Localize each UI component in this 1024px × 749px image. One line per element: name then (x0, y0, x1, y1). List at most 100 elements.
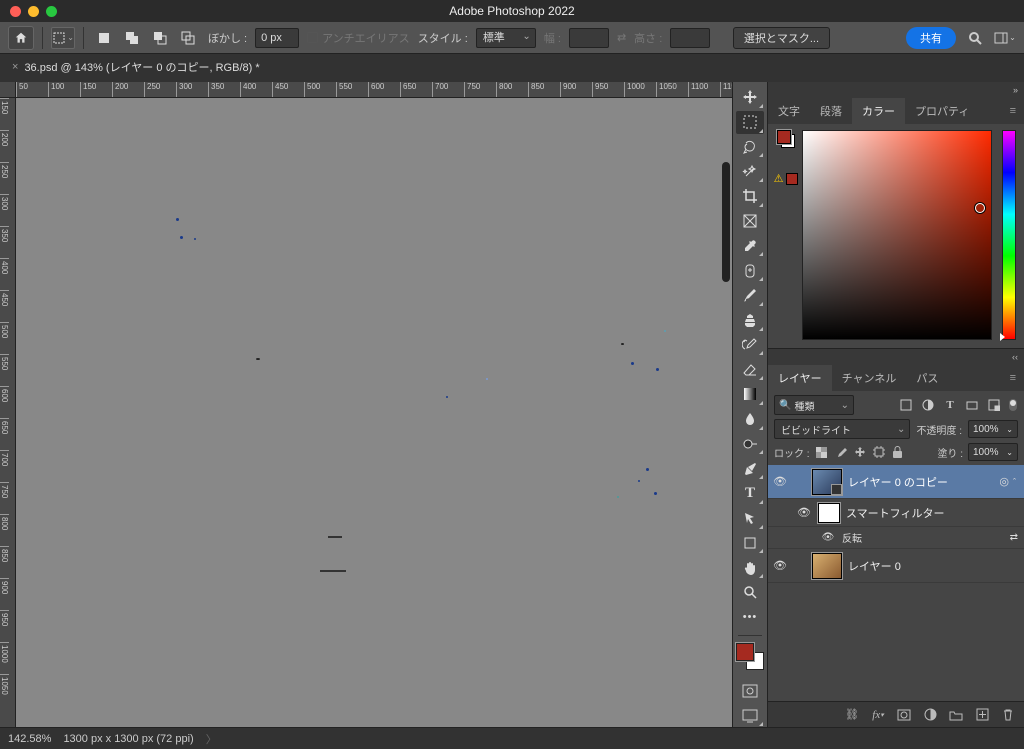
eyedropper-tool[interactable] (736, 235, 764, 258)
group-layers-icon[interactable] (948, 707, 964, 723)
document-dimensions[interactable]: 1300 px x 1300 px (72 ppi) (63, 733, 193, 745)
edit-toolbar[interactable]: ••• (736, 606, 764, 629)
layer-thumbnail[interactable] (812, 469, 842, 495)
filter-mask-thumbnail[interactable] (818, 503, 840, 523)
panel-menu-icon[interactable]: ≡ (1002, 105, 1024, 117)
history-brush-tool[interactable] (736, 334, 764, 357)
path-selection-tool[interactable] (736, 507, 764, 530)
home-button[interactable] (8, 26, 34, 50)
hue-slider[interactable] (1002, 130, 1016, 340)
search-icon[interactable] (964, 27, 986, 49)
crop-tool[interactable] (736, 185, 764, 208)
document-tab[interactable]: × 36.psd @ 143% (レイヤー 0 のコピー, RGB/8) * (8, 56, 264, 80)
share-button[interactable]: 共有 (906, 27, 956, 49)
feather-input[interactable] (255, 28, 299, 48)
move-tool[interactable] (736, 86, 764, 109)
filter-entry[interactable]: 👁 反転 ⇄ (768, 527, 1024, 549)
workspace-switcher-icon[interactable]: ⌄ (994, 27, 1016, 49)
tab-character[interactable]: 文字 (768, 98, 810, 124)
quick-mask-toggle[interactable] (736, 680, 764, 703)
layers-panel-menu-icon[interactable]: ≡ (1002, 372, 1024, 384)
blend-mode-select[interactable]: ビビッドライト (774, 419, 910, 439)
horizontal-ruler[interactable]: 5010015020025030035040045050055060065070… (16, 82, 732, 98)
layer-filter-type[interactable]: 🔍種類 (774, 395, 854, 415)
visibility-toggle[interactable]: 👁 (796, 506, 812, 519)
select-and-mask-button[interactable]: 選択とマスク... (733, 27, 830, 49)
ruler-origin[interactable] (0, 82, 16, 98)
fill-input[interactable]: 100%⌄ (968, 443, 1018, 461)
clone-stamp-tool[interactable] (736, 309, 764, 332)
layer-row[interactable]: 👁 レイヤー 0 (768, 549, 1024, 583)
close-tab-icon[interactable]: × (12, 61, 18, 73)
subtract-selection-icon[interactable] (148, 27, 172, 49)
new-selection-icon[interactable] (92, 27, 116, 49)
filter-smart-icon[interactable] (986, 397, 1002, 413)
lock-position-icon[interactable] (853, 445, 867, 459)
layer-name[interactable]: レイヤー 0 のコピー (848, 474, 948, 490)
eraser-tool[interactable] (736, 358, 764, 381)
blur-tool[interactable] (736, 408, 764, 431)
smart-filters-row[interactable]: 👁 スマートフィルター (768, 499, 1024, 527)
visibility-toggle[interactable]: 👁 (772, 475, 788, 488)
lock-image-icon[interactable] (834, 445, 848, 459)
filter-shape-icon[interactable] (964, 397, 980, 413)
vertical-scrollbar[interactable] (722, 102, 730, 723)
lock-transparency-icon[interactable] (815, 445, 829, 459)
brush-tool[interactable] (736, 284, 764, 307)
tab-properties[interactable]: プロパティ (905, 98, 979, 124)
vertical-ruler[interactable]: 1502002503003504004505005506006507007508… (0, 98, 16, 727)
gradient-tool[interactable] (736, 383, 764, 406)
filter-blend-icon[interactable]: ⇄ (1010, 532, 1024, 543)
layer-mask-icon[interactable] (896, 707, 912, 723)
collapse-panels[interactable]: » (768, 82, 1024, 98)
filter-pixel-icon[interactable] (898, 397, 914, 413)
panel-divider[interactable]: ‹‹ (768, 349, 1024, 365)
filter-adjust-icon[interactable] (920, 397, 936, 413)
expand-icon[interactable]: ˆ (1013, 477, 1016, 487)
delete-layer-icon[interactable] (1000, 707, 1016, 723)
status-menu-icon[interactable]: 〉 (206, 731, 217, 747)
zoom-level[interactable]: 142.58% (8, 733, 51, 745)
smart-filter-icon[interactable]: ◎ (999, 475, 1009, 488)
layer-name[interactable]: レイヤー 0 (848, 558, 901, 574)
pen-tool[interactable] (736, 457, 764, 480)
opacity-input[interactable]: 100%⌄ (968, 420, 1018, 438)
visibility-toggle[interactable]: 👁 (820, 532, 836, 543)
filter-type-icon[interactable]: T (942, 397, 958, 413)
tab-paths[interactable]: パス (906, 365, 948, 391)
layer-style-icon[interactable]: fx▾ (870, 707, 886, 723)
lasso-tool[interactable] (736, 136, 764, 159)
link-layers-icon[interactable]: ⛓ (844, 707, 860, 723)
color-swatches[interactable] (777, 130, 795, 148)
magic-wand-tool[interactable] (736, 160, 764, 183)
style-select[interactable]: 標準 (476, 28, 536, 48)
tab-layers[interactable]: レイヤー (768, 365, 832, 391)
type-tool[interactable]: T (736, 482, 764, 505)
tab-paragraph[interactable]: 段落 (810, 98, 852, 124)
foreground-background-colors[interactable] (736, 643, 764, 670)
layer-row[interactable]: 👁 レイヤー 0 のコピー ◎ ˆ (768, 465, 1024, 499)
marquee-tool[interactable] (736, 111, 764, 134)
filter-toggle[interactable] (1008, 397, 1018, 413)
gamut-warning[interactable]: ⚠ (774, 172, 799, 185)
lock-all-icon[interactable] (891, 445, 905, 459)
intersect-selection-icon[interactable] (176, 27, 200, 49)
adjustment-layer-icon[interactable] (922, 707, 938, 723)
tool-preset[interactable]: ⌄ (51, 27, 75, 49)
healing-brush-tool[interactable] (736, 259, 764, 282)
frame-tool[interactable] (736, 210, 764, 233)
visibility-toggle[interactable]: 👁 (772, 559, 788, 572)
hand-tool[interactable] (736, 556, 764, 579)
shape-tool[interactable] (736, 532, 764, 555)
tab-color[interactable]: カラー (852, 98, 905, 124)
lock-artboard-icon[interactable] (872, 445, 886, 459)
screen-mode-toggle[interactable] (736, 704, 764, 727)
tab-channels[interactable]: チャンネル (832, 365, 907, 391)
new-layer-icon[interactable] (974, 707, 990, 723)
canvas[interactable] (16, 98, 732, 727)
dodge-tool[interactable] (736, 433, 764, 456)
layer-thumbnail[interactable] (812, 553, 842, 579)
add-selection-icon[interactable] (120, 27, 144, 49)
zoom-tool[interactable] (736, 581, 764, 604)
color-field[interactable] (802, 130, 992, 340)
